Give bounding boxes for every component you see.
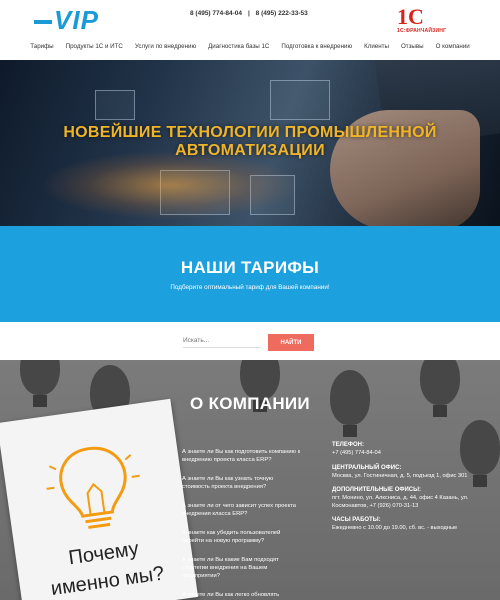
main-nav: Тарифы Продукты 1С и ИТС Услуги по внедр… [0,43,500,57]
tariffs-subtitle: Подберите оптимальный тариф для Вашей ко… [170,284,330,291]
search-bar: НАЙТИ [0,322,500,360]
header-phones: 8 (495) 774-84-04 | 8 (495) 222-33-53 [190,10,308,17]
search-input[interactable] [183,334,261,348]
contact-main-office-value: Москва, ул. Гостиничная, д. 5, подъезд 1… [332,472,468,479]
nav-item-clients[interactable]: Клиенты [364,43,389,57]
nav-item-about[interactable]: О компании [436,43,470,57]
contact-extra-offices-value: пгт. Монино, ул. Алксниса, д. 44, офис 4… [332,495,469,509]
contact-hours-value: Ежедневно с 10.00 до 19.00, сб. вс. - вы… [332,525,458,531]
about-section: О КОМПАНИИ Почему именно мы? А знаете ли… [0,360,500,600]
nav-item-preparation[interactable]: Подготовка к внедрению [281,43,352,57]
contact-phone-value[interactable]: +7 (495) 774-84-04 [332,450,482,458]
contact-phone-label: ТЕЛЕФОН: [332,442,364,448]
phone-2[interactable]: 8 (495) 222-33-53 [256,10,308,17]
logo-stripe [34,20,52,25]
faq-list: А знаете ли Вы как подготовить компанию … [182,448,302,600]
franchise-mark: 1С [397,4,424,29]
phone-1[interactable]: 8 (495) 774-84-04 [190,10,242,17]
franchise-caption: 1С:ФРАНЧАЙЗИНГ [397,28,447,34]
nav-item-tariffs[interactable]: Тарифы [30,43,53,57]
hero-banner: НОВЕЙШИЕ ТЕХНОЛОГИИ ПРОМЫШЛЕННОЙ АВТОМАТ… [0,60,500,226]
faq-link[interactable]: А знаете ли от чего зависит успех проект… [182,502,302,518]
search-button[interactable]: НАЙТИ [268,334,314,351]
hero-ui-panel [95,90,135,120]
logo-text: VIP [54,5,99,35]
faq-link[interactable]: А знаете ли Вы как подготовить компанию … [182,448,302,464]
contact-extra-offices-label: ДОПОЛНИТЕЛЬНЫЕ ОФИСЫ: [332,487,421,493]
tariffs-section: НАШИ ТАРИФЫ Подберите оптимальный тариф … [0,226,500,322]
nav-item-reviews[interactable]: Отзывы [401,43,424,57]
why-us-card: Почему именно мы? [0,398,199,600]
about-title: О КОМПАНИИ [190,394,310,413]
franchise-logo[interactable]: 1С 1С:ФРАНЧАЙЗИНГ [397,6,447,38]
tariffs-title: НАШИ ТАРИФЫ [180,258,320,277]
faq-link[interactable]: А знаете ли Вы какие Вам подходят страте… [182,556,302,580]
site-logo[interactable]: VIP [34,5,99,36]
lightbulb-sketch-icon [46,434,140,529]
nav-item-diagnostics[interactable]: Диагностика базы 1С [208,43,269,57]
contact-hours-label: ЧАСЫ РАБОТЫ: [332,517,381,523]
nav-item-services[interactable]: Услуги по внедрению [135,43,196,57]
why-us-text: Почему именно мы? [15,528,196,600]
nav-item-products[interactable]: Продукты 1С и ИТС [66,43,123,57]
faq-link[interactable]: А знаете как убедить пользователей перей… [182,529,302,545]
contact-main-office-label: ЦЕНТРАЛЬНЫЙ ОФИС: [332,464,402,471]
faq-link[interactable]: А знаете ли Вы как узнать точную стоимос… [182,475,302,491]
contacts-block: ТЕЛЕФОН: +7 (495) 774-84-04 ЦЕНТРАЛЬНЫЙ … [332,435,482,533]
hero-ui-panel [270,80,330,120]
site-header: VIP 8 (495) 774-84-04 | 8 (495) 222-33-53… [0,0,500,60]
hero-title: НОВЕЙШИЕ ТЕХНОЛОГИИ ПРОМЫШЛЕННОЙ АВТОМАТ… [63,124,437,159]
faq-link[interactable]: А знаете ли Вы как легко обновлять [182,591,302,599]
bulb-decoration [20,360,60,407]
hero-glow [40,150,300,220]
